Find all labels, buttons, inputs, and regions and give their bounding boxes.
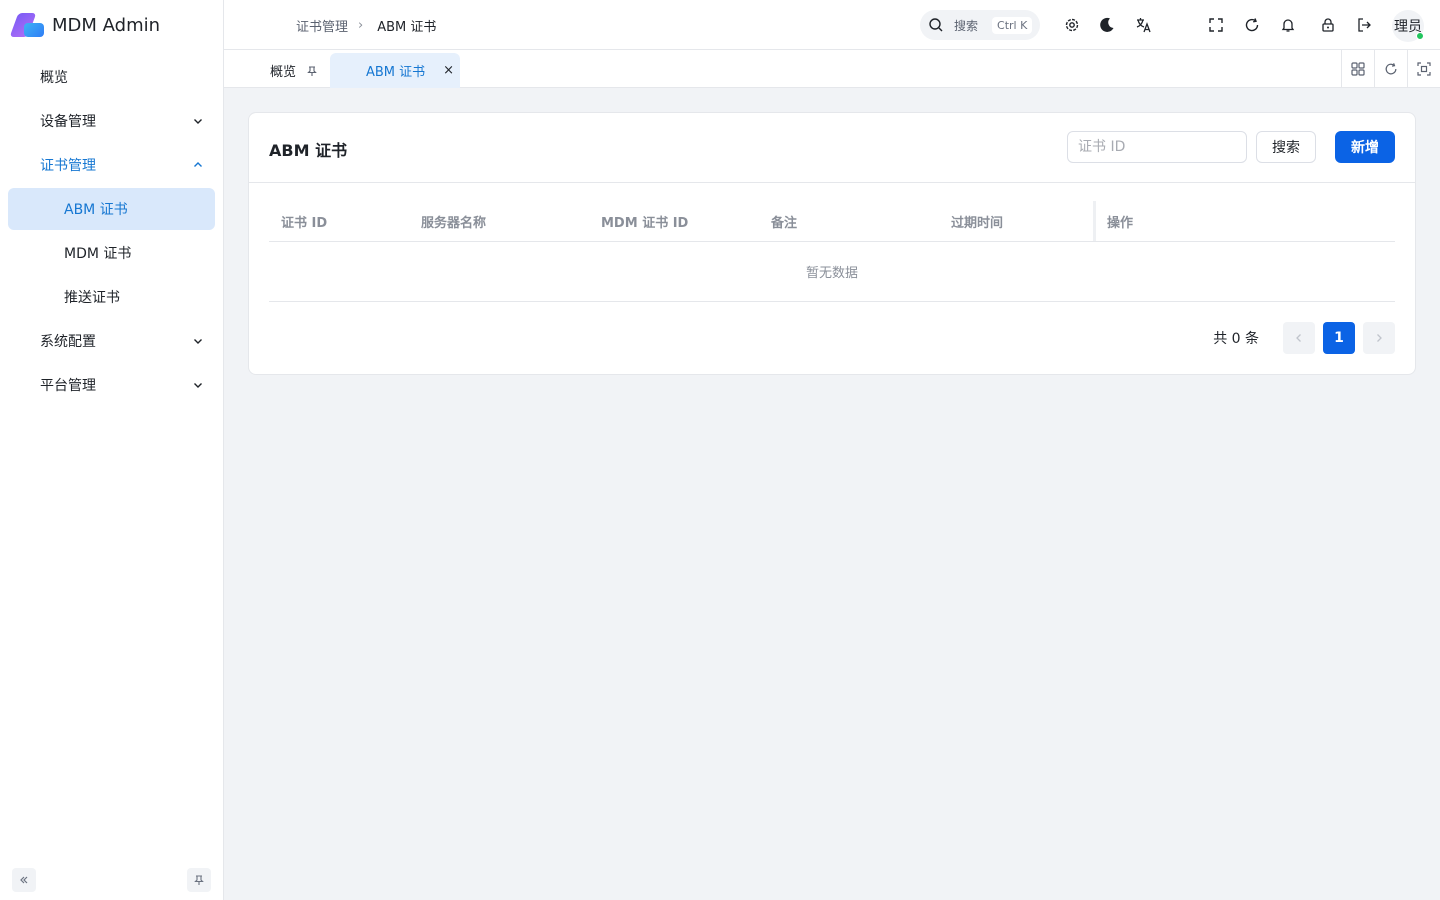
- dark-mode-button[interactable]: [1097, 15, 1117, 35]
- search-button[interactable]: 搜索: [1256, 131, 1316, 163]
- sidebar-item-label: 概览: [40, 70, 68, 86]
- chevron-right-icon: ›: [358, 17, 364, 33]
- logout-button[interactable]: [1354, 15, 1374, 35]
- cert-id-search-input[interactable]: [1067, 131, 1247, 163]
- sidebar-item-label: 推送证书: [64, 290, 120, 306]
- chevron-down-icon: [194, 383, 202, 388]
- sidebar-item-label: ABM 证书: [64, 202, 128, 218]
- refresh-icon: [1385, 63, 1397, 75]
- column-header-remark: 备注: [771, 215, 798, 231]
- table-header: 证书 ID 服务器名称 MDM 证书 ID 备注 过期时间 操作: [269, 201, 1395, 242]
- notifications-button[interactable]: [1278, 15, 1298, 35]
- page-button-current[interactable]: 1: [1323, 322, 1355, 354]
- sidebar-item-label: 系统配置: [40, 334, 96, 350]
- sidebar-item-cert-management[interactable]: 证书管理: [8, 144, 215, 186]
- sidebar-item-system-config[interactable]: 系统配置: [8, 320, 215, 362]
- sidebar: MDM Admin 概览 设备管理 证书管理 ABM 证书 MDM 证书 推送证…: [0, 0, 224, 900]
- close-icon[interactable]: ×: [443, 63, 454, 78]
- pagination-total: 共 0 条: [1213, 331, 1259, 347]
- sidebar-item-device-management[interactable]: 设备管理: [8, 100, 215, 142]
- column-header-actions: 操作: [1107, 215, 1134, 231]
- next-page-button[interactable]: [1363, 322, 1395, 354]
- pagination: 共 0 条 1: [1213, 322, 1395, 354]
- tab-bar: 概览 ABM 证书 ×: [224, 50, 1440, 88]
- sidebar-menu: 概览 设备管理 证书管理 ABM 证书 MDM 证书 推送证书 系统配置 平台管…: [0, 56, 223, 406]
- tab-label: ABM 证书: [366, 65, 426, 80]
- logo-icon: [9, 11, 44, 39]
- sidebar-item-label: 平台管理: [40, 378, 96, 394]
- search-label: 搜索: [954, 18, 979, 33]
- chevron-up-icon: [194, 162, 202, 167]
- prev-page-button[interactable]: [1283, 322, 1315, 354]
- online-status-dot: [1416, 32, 1424, 40]
- sidebar-item-push-cert[interactable]: 推送证书: [8, 276, 215, 318]
- breadcrumb-item[interactable]: 证书管理: [296, 16, 348, 35]
- global-search-button[interactable]: 搜索 Ctrl K: [920, 10, 1040, 40]
- tab-menu-button[interactable]: [1341, 50, 1374, 88]
- add-button[interactable]: 新增: [1335, 131, 1395, 163]
- gear-icon: [1065, 18, 1079, 32]
- sidebar-item-label: 设备管理: [40, 114, 96, 130]
- grid-icon: [1351, 62, 1365, 76]
- pin-icon: [194, 875, 204, 885]
- search-shortcut: Ctrl K: [992, 16, 1033, 34]
- tab-abm-cert[interactable]: ABM 证书 ×: [330, 53, 460, 88]
- column-header-mdm-cert-id: MDM 证书 ID: [601, 215, 689, 231]
- moon-icon: [1100, 17, 1114, 32]
- chevron-left-icon: [1296, 334, 1301, 342]
- fullscreen-icon: [1209, 18, 1223, 32]
- page-title: ABM 证书: [269, 141, 348, 160]
- pin-sidebar-button[interactable]: [187, 868, 211, 892]
- sidebar-item-overview[interactable]: 概览: [8, 56, 215, 98]
- tab-tools: [1341, 50, 1440, 88]
- fullscreen-button[interactable]: [1206, 15, 1226, 35]
- app-title: MDM Admin: [52, 14, 161, 36]
- sidebar-item-platform-management[interactable]: 平台管理: [8, 364, 215, 406]
- chevron-down-icon: [194, 339, 202, 344]
- column-header-cert-id: 证书 ID: [281, 215, 328, 231]
- logout-icon: [1358, 18, 1371, 32]
- sidebar-footer: [12, 868, 211, 892]
- sidebar-item-abm-cert[interactable]: ABM 证书: [8, 188, 215, 230]
- sidebar-item-mdm-cert[interactable]: MDM 证书: [8, 232, 215, 274]
- settings-button[interactable]: [1062, 15, 1082, 35]
- refresh-icon: [1245, 18, 1259, 32]
- search-icon: [929, 18, 943, 32]
- chevron-right-icon: [1377, 334, 1382, 342]
- top-header: 证书管理 › ABM 证书 搜索 Ctrl K 理员: [224, 0, 1440, 50]
- collapse-sidebar-button[interactable]: [12, 868, 36, 892]
- breadcrumb: 证书管理 › ABM 证书: [296, 0, 436, 50]
- user-avatar[interactable]: 理员: [1392, 10, 1424, 42]
- card-header: ABM 证书 搜索 新增: [249, 113, 1415, 183]
- tab-label: 概览: [270, 65, 297, 80]
- language-button[interactable]: [1134, 15, 1154, 35]
- logo[interactable]: MDM Admin: [0, 0, 223, 50]
- double-chevron-left-icon: [20, 876, 28, 884]
- table-empty-state: 暂无数据: [269, 242, 1395, 302]
- tab-maximize-button[interactable]: [1407, 50, 1440, 88]
- maximize-icon: [1417, 62, 1431, 76]
- column-header-server-name: 服务器名称: [421, 215, 487, 231]
- pin-icon[interactable]: [306, 65, 318, 77]
- column-header-expire-time: 过期时间: [951, 215, 1004, 231]
- abm-cert-card: ABM 证书 搜索 新增 证书 ID 服务器名称 MDM 证书 ID 备注 过期…: [248, 112, 1416, 375]
- bell-icon: [1281, 19, 1295, 32]
- lock-icon: [1322, 18, 1334, 32]
- refresh-button[interactable]: [1242, 15, 1262, 35]
- sidebar-item-label: MDM 证书: [64, 246, 132, 262]
- sidebar-item-label: 证书管理: [40, 158, 96, 174]
- fixed-column-divider: [1093, 201, 1096, 241]
- cert-table: 证书 ID 服务器名称 MDM 证书 ID 备注 过期时间 操作 暂无数据: [269, 201, 1395, 302]
- chevron-down-icon: [194, 119, 202, 124]
- tab-refresh-button[interactable]: [1374, 50, 1407, 88]
- breadcrumb-current: ABM 证书: [377, 19, 437, 35]
- lock-screen-button[interactable]: [1318, 15, 1338, 35]
- translate-icon: [1136, 18, 1151, 33]
